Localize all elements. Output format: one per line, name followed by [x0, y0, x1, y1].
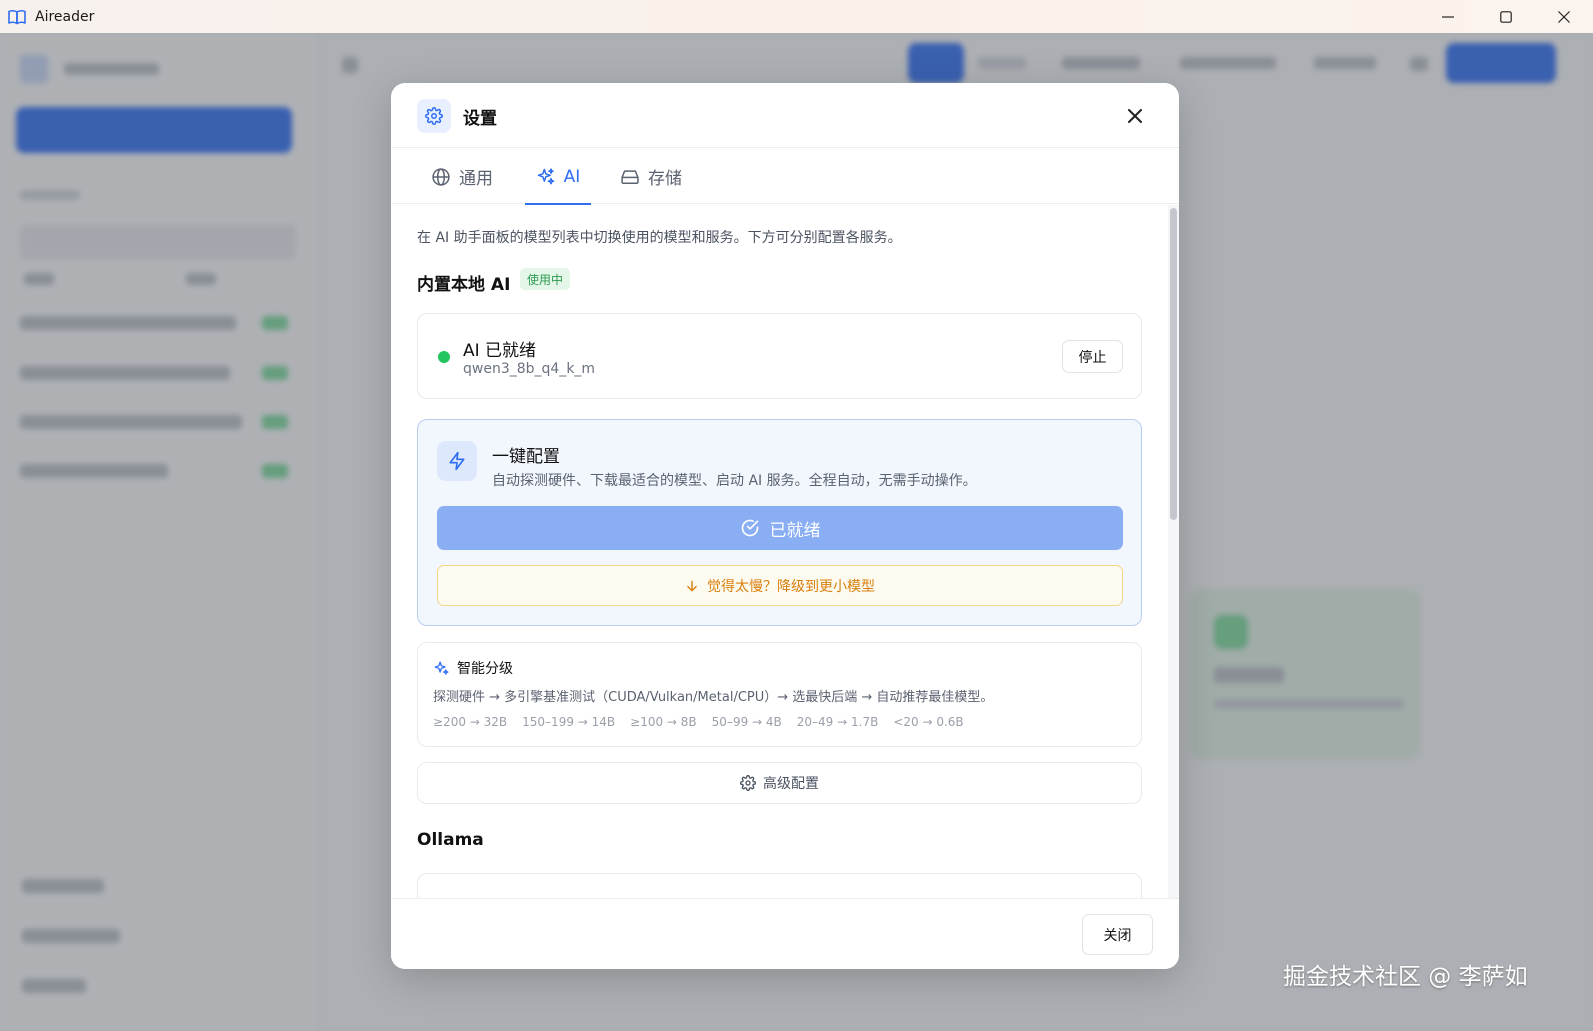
tiering-title: 智能分级 — [433, 658, 513, 678]
tab-storage-label: 存储 — [648, 169, 682, 189]
model-name: qwen3_8b_q4_k_m — [463, 361, 596, 377]
close-button[interactable]: 关闭 — [1082, 914, 1153, 955]
window-close-button[interactable] — [1535, 0, 1593, 33]
tiering-desc: 探测硬件 → 多引擎基准测试（CUDA/Vulkan/Metal/CPU）→ 选… — [433, 690, 994, 705]
settings-tabs: 通用 AI 存储 — [391, 149, 1179, 205]
smart-tiering-card: 智能分级 探测硬件 → 多引擎基准测试（CUDA/Vulkan/Metal/CP… — [417, 642, 1142, 747]
status-title: AI 已就绪 — [463, 341, 537, 361]
arrow-down-icon — [687, 580, 697, 591]
tier-list: ≥200 → 32B 150–199 → 14B ≥100 → 8B 50–99… — [433, 715, 964, 729]
sparkles-icon — [434, 660, 449, 675]
close-icon — [1128, 109, 1142, 123]
builtin-ai-title: 内置本地 AI — [417, 275, 511, 295]
downgrade-button[interactable]: 觉得太慢？降级到更小模型 — [437, 565, 1123, 606]
builtin-ai-status-card: AI 已就绪 qwen3_8b_q4_k_m 停止 — [417, 313, 1142, 399]
status-dot-icon — [438, 351, 450, 363]
settings-dialog: 设置 通用 AI 存储 在 AI 助手面板的模型列表中切换使用的模型和服务。下方… — [391, 83, 1179, 969]
tier-item: 20–49 → 1.7B — [796, 715, 879, 729]
window-titlebar: Aireader — [0, 0, 1593, 33]
tiering-title-label: 智能分级 — [457, 661, 513, 677]
tab-storage[interactable]: 存储 — [620, 149, 682, 204]
tier-item: ≥200 → 32B — [433, 715, 508, 729]
tier-item: 50–99 → 4B — [711, 715, 782, 729]
tab-general[interactable]: 通用 — [431, 149, 493, 204]
close-icon — [1558, 10, 1570, 23]
dialog-header: 设置 — [391, 83, 1179, 148]
gear-icon — [425, 107, 443, 125]
tab-ai-label: AI — [563, 166, 581, 187]
lightning-icon — [449, 451, 465, 471]
status-badge: 使用中 — [520, 268, 571, 290]
tier-item: ≥100 → 8B — [630, 715, 697, 729]
ai-settings-panel: 在 AI 助手面板的模型列表中切换使用的模型和服务。下方可分别配置各服务。 内置… — [391, 205, 1167, 898]
minimize-button[interactable] — [1419, 0, 1477, 33]
settings-badge — [417, 99, 451, 133]
ollama-card — [417, 873, 1142, 898]
minimize-icon — [1442, 15, 1454, 18]
ready-label: 已就绪 — [769, 520, 821, 541]
tab-general-label: 通用 — [459, 169, 493, 189]
drive-icon — [621, 169, 639, 184]
tab-ai[interactable]: AI — [525, 149, 591, 205]
dialog-close-button[interactable] — [1123, 104, 1147, 128]
quick-setup-title: 一键配置 — [492, 447, 560, 467]
watermark: 掘金技术社区 @ 李萨如 — [1283, 964, 1528, 990]
sparkles-icon — [537, 167, 554, 184]
scrollbar-thumb[interactable] — [1170, 208, 1177, 520]
tier-item: <20 → 0.6B — [893, 715, 964, 729]
advanced-config-label: 高级配置 — [763, 776, 819, 792]
globe-icon — [432, 167, 450, 186]
downgrade-label: 觉得太慢？降级到更小模型 — [707, 578, 875, 595]
check-circle-icon — [741, 519, 758, 537]
stop-button[interactable]: 停止 — [1062, 340, 1123, 373]
dialog-title: 设置 — [463, 109, 497, 129]
quick-setup-card: 一键配置 自动探测硬件、下载最适合的模型、启动 AI 服务。全程自动，无需手动操… — [417, 419, 1142, 626]
gear-icon — [740, 775, 756, 791]
dialog-footer: 关闭 — [391, 898, 1179, 969]
ready-button[interactable]: 已就绪 — [437, 506, 1123, 550]
book-icon — [8, 9, 26, 24]
quick-setup-desc: 自动探测硬件、下载最适合的模型、启动 AI 服务。全程自动，无需手动操作。 — [492, 473, 977, 489]
maximize-button[interactable] — [1477, 0, 1535, 33]
ollama-title: Ollama — [417, 830, 484, 850]
maximize-icon — [1500, 10, 1512, 23]
quick-setup-badge — [437, 441, 477, 481]
advanced-config-button[interactable]: 高级配置 — [417, 762, 1142, 804]
app-title: Aireader — [35, 8, 95, 25]
tier-item: 150–199 → 14B — [522, 715, 616, 729]
intro-text: 在 AI 助手面板的模型列表中切换使用的模型和服务。下方可分别配置各服务。 — [417, 230, 902, 246]
